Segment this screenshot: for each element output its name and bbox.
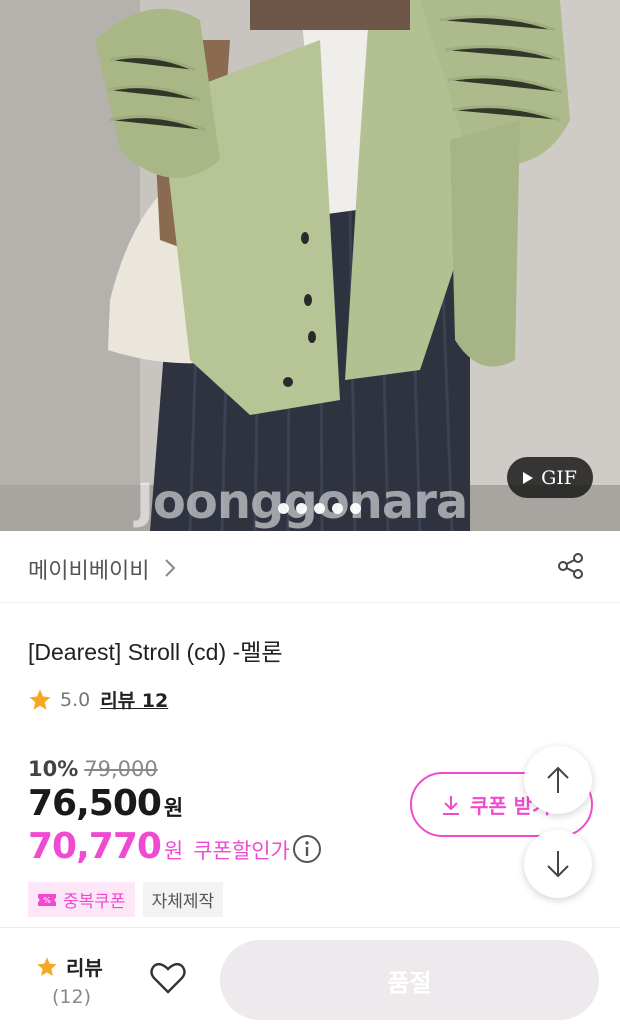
gif-badge[interactable]: GIF xyxy=(507,457,593,498)
arrow-up-icon xyxy=(547,766,569,793)
svg-text:%: % xyxy=(43,896,51,905)
carousel-dot[interactable] xyxy=(350,503,361,514)
carousel-dot[interactable] xyxy=(314,503,325,514)
arrow-down-icon xyxy=(547,851,569,878)
product-image-carousel[interactable]: GIF Joonggonara xyxy=(0,0,620,531)
rating-score: 5.0 xyxy=(60,688,91,711)
scroll-bottom-button[interactable] xyxy=(524,830,592,898)
info-icon[interactable] xyxy=(292,834,322,864)
heart-icon[interactable] xyxy=(150,962,186,994)
chevron-right-icon[interactable] xyxy=(163,558,177,578)
rating-row: 5.0 리뷰 12 xyxy=(28,686,168,713)
sale-price: 76,500 원 xyxy=(28,783,183,824)
carousel-indicator[interactable] xyxy=(278,503,361,514)
coupon-price-label: 쿠폰할인가 xyxy=(193,839,290,863)
dup-coupon-label: 중복쿠폰 xyxy=(63,892,126,912)
gif-label: GIF xyxy=(541,466,577,489)
star-icon xyxy=(37,956,57,976)
download-icon xyxy=(443,795,459,815)
soldout-button[interactable]: 품절 xyxy=(220,940,599,1020)
bottom-review-button[interactable]: 리뷰 xyxy=(36,952,103,981)
coupon-icon: % xyxy=(38,893,56,906)
dup-coupon-tag: % 중복쿠폰 xyxy=(28,882,135,917)
coupon-price: 70,770 원 쿠폰할인가 xyxy=(28,826,290,867)
share-icon[interactable] xyxy=(557,552,585,580)
coupon-price-unit: 원 xyxy=(163,839,184,863)
self-made-tag: 자체제작 xyxy=(142,882,224,917)
carousel-dot[interactable] xyxy=(278,503,289,514)
review-link[interactable]: 리뷰 12 xyxy=(100,686,168,713)
play-icon xyxy=(523,471,534,484)
scroll-top-button[interactable] xyxy=(524,746,592,814)
carousel-dot[interactable] xyxy=(332,503,343,514)
price-unit: 원 xyxy=(163,796,184,820)
product-photo xyxy=(0,0,620,531)
original-price: 79,000 xyxy=(84,757,158,781)
bottom-review-label: 리뷰 xyxy=(66,956,103,980)
bottom-review-count: (12) xyxy=(52,986,92,1008)
product-title: [Dearest] Stroll (cd) -멜론 xyxy=(28,639,283,665)
store-row[interactable]: 메이비베이비 xyxy=(0,531,620,603)
star-icon xyxy=(29,689,51,710)
price-value: 76,500 xyxy=(28,783,162,824)
coupon-price-value: 70,770 xyxy=(28,826,162,867)
tag-list: % 중복쿠폰 자체제작 xyxy=(28,882,224,917)
discount-rate: 10% xyxy=(28,757,79,781)
store-name[interactable]: 메이비베이비 xyxy=(28,553,149,585)
watermark: Joonggonara xyxy=(136,474,468,530)
carousel-dot[interactable] xyxy=(296,503,307,514)
discount-row: 10% 79,000 xyxy=(28,757,158,781)
